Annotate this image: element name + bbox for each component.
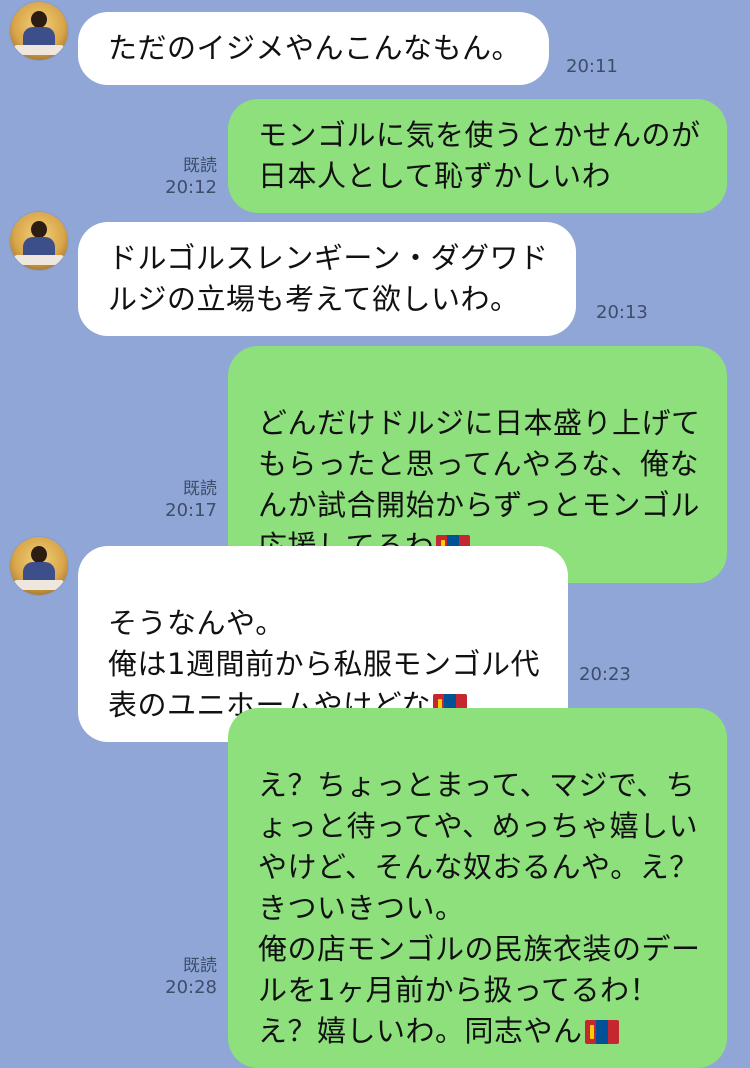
avatar[interactable]: [10, 2, 68, 60]
mongolia-flag-icon: [584, 1020, 619, 1044]
message-text: そうなんや。 俺は1週間前から私服モンゴル代 表のユニホームやけどな: [108, 606, 540, 722]
read-status: 既読: [183, 479, 217, 499]
message-bubble[interactable]: ただのイジメやんこんなもん。: [78, 12, 550, 85]
read-status: 既読: [183, 956, 217, 976]
message-time: 20:28: [165, 977, 217, 998]
message-time: 20:23: [579, 664, 631, 685]
message-time: 20:13: [596, 302, 648, 323]
avatar[interactable]: [10, 537, 68, 595]
message-bubble[interactable]: モンゴルに気を使うとかせんのが 日本人として恥ずかしいわ: [228, 99, 727, 213]
message-meta: 既読 20:17: [147, 478, 217, 522]
message-meta: 既読 20:28: [147, 955, 217, 999]
message-time: 20:17: [165, 500, 217, 521]
message-bubble[interactable]: え？ちょっとまって、マジで、ち ょっと待ってや、めっちゃ嬉しい やけど、そんな奴…: [228, 708, 727, 1068]
message-text: どんだけドルジに日本盛り上げて もらったと思ってんやろな、俺な んか試合開始から…: [258, 406, 701, 563]
message-text: え？ちょっとまって、マジで、ち ょっと待ってや、めっちゃ嬉しい やけど、そんな奴…: [258, 768, 701, 1048]
message-time: 20:12: [165, 177, 217, 198]
read-status: 既読: [183, 156, 217, 176]
message-time: 20:11: [566, 56, 618, 77]
avatar[interactable]: [10, 212, 68, 270]
message-bubble[interactable]: ドルゴルスレンギーン・ダグワド ルジの立場も考えて欲しいわ。: [78, 222, 577, 336]
chat-timeline[interactable]: ただのイジメやんこんなもん。 20:11 既読 20:12 モンゴルに気を使うと…: [0, 0, 750, 1068]
message-meta: 既読 20:12: [147, 155, 217, 199]
